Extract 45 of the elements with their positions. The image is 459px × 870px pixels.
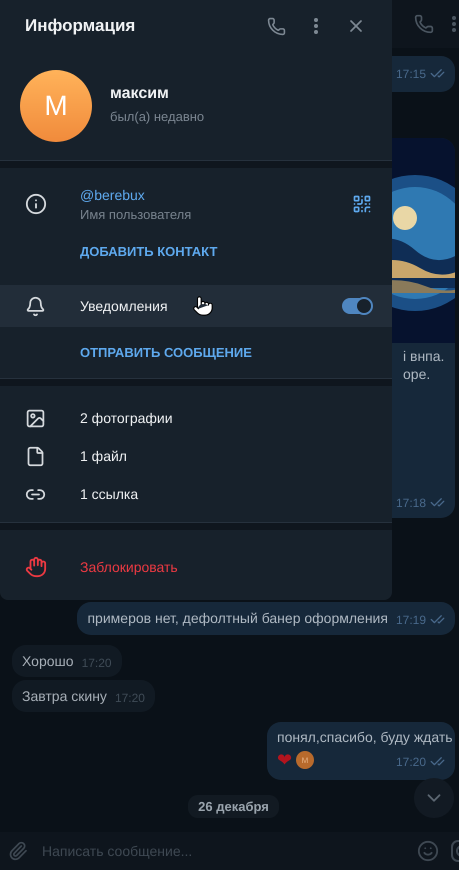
add-contact-button[interactable]: ДОБАВИТЬ КОНТАКТ: [80, 244, 218, 258]
info-icon: [25, 193, 47, 215]
avatar: М: [20, 70, 92, 142]
phone-icon: [266, 16, 286, 36]
block-label: Заблокировать: [80, 559, 179, 575]
image-icon: [25, 408, 46, 428]
message-text: Хорошо: [22, 652, 74, 670]
media-row[interactable]: 1 файл: [0, 437, 392, 475]
file-icon: [25, 446, 46, 466]
username-label: Имя пользователя: [80, 206, 192, 222]
media-label: 1 ссылка: [80, 486, 140, 502]
media-row[interactable]: 2 фотографии: [0, 399, 392, 437]
cursor-icon: [192, 295, 214, 317]
bell-icon: [25, 296, 46, 316]
username[interactable]: @berebux: [80, 186, 352, 202]
phone-icon[interactable]: [414, 14, 434, 34]
attach-icon[interactable]: [8, 841, 28, 861]
message-time: 17:15: [396, 66, 426, 80]
media-row[interactable]: 1 ссылка: [0, 475, 392, 513]
scroll-down-button[interactable]: [414, 778, 454, 818]
block-row[interactable]: Заблокировать: [0, 548, 392, 586]
profile-name: максим: [110, 85, 170, 103]
notifications-toggle[interactable]: [342, 298, 372, 314]
message-text: оре.: [403, 365, 432, 383]
message-text: понял,спасибо, буду ждать: [277, 728, 453, 746]
message-text: Завтра скину: [22, 687, 107, 705]
message-time: 17:19: [396, 612, 426, 626]
message-time: 17:20: [396, 754, 426, 768]
reactor-avatar: М: [296, 751, 314, 769]
send-message-button[interactable]: ОТПРАВИТЬ СООБЩЕНИЕ: [80, 345, 252, 360]
more-icon[interactable]: [452, 16, 456, 32]
profile-status: был(а) недавно: [110, 109, 204, 124]
notifications-label: Уведомления: [80, 298, 168, 314]
notifications-row[interactable]: Уведомления: [0, 285, 392, 327]
message-text: і внпа.: [403, 347, 446, 365]
qr-code-icon[interactable]: [352, 194, 372, 214]
date-label: 26 декабря: [188, 795, 279, 818]
message-time: 17:18: [396, 496, 426, 510]
hand-icon: [25, 556, 47, 578]
more-icon: [314, 18, 318, 34]
message-text: примеров нет, дефолтный банер оформления: [87, 609, 388, 627]
media-label: 2 фотографии: [80, 410, 174, 426]
emoji-icon[interactable]: [417, 840, 439, 862]
media-label: 1 файл: [80, 448, 128, 464]
panel-title: Информация: [25, 16, 136, 36]
